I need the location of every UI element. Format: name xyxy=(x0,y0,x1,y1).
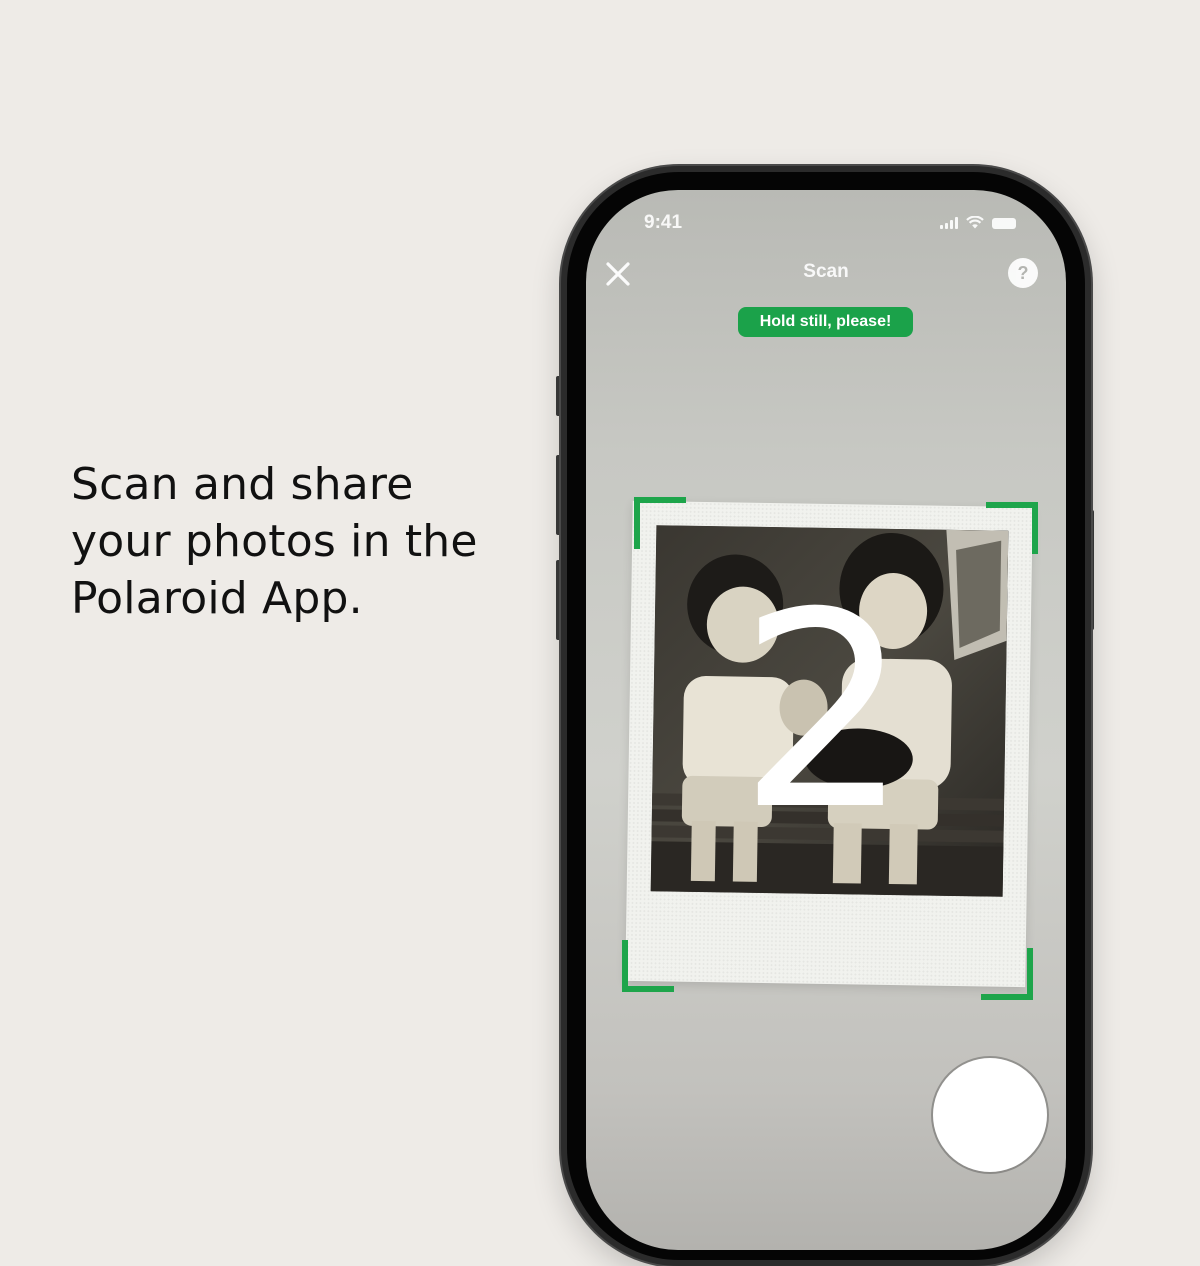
help-button[interactable]: ? xyxy=(1008,258,1038,288)
headline: Scan and share your photos in the Polaro… xyxy=(71,456,511,627)
countdown-number: 2 xyxy=(738,554,910,869)
signal-icon xyxy=(940,217,958,229)
scan-guide-corner-bottom-right xyxy=(981,948,1033,1000)
shutter-button[interactable] xyxy=(935,1060,1045,1170)
status-time: 9:41 xyxy=(644,212,683,233)
hold-still-toast: Hold still, please! xyxy=(738,307,913,337)
headline-line-1: Scan and share xyxy=(71,459,414,510)
scan-guide-corner-top-left xyxy=(634,497,686,549)
headline-line-2: your photos in the xyxy=(71,516,478,567)
status-icons xyxy=(940,216,1016,229)
scan-guide-corner-bottom-left xyxy=(622,940,674,992)
scan-guide-corner-top-right xyxy=(986,502,1038,554)
battery-icon xyxy=(992,218,1016,229)
phone-screen: 9:41 Scan ? Hold still, please! 2 xyxy=(586,190,1066,1250)
wifi-icon xyxy=(966,216,984,229)
headline-line-3: Polaroid App. xyxy=(71,573,363,624)
page-title: Scan xyxy=(803,261,849,282)
